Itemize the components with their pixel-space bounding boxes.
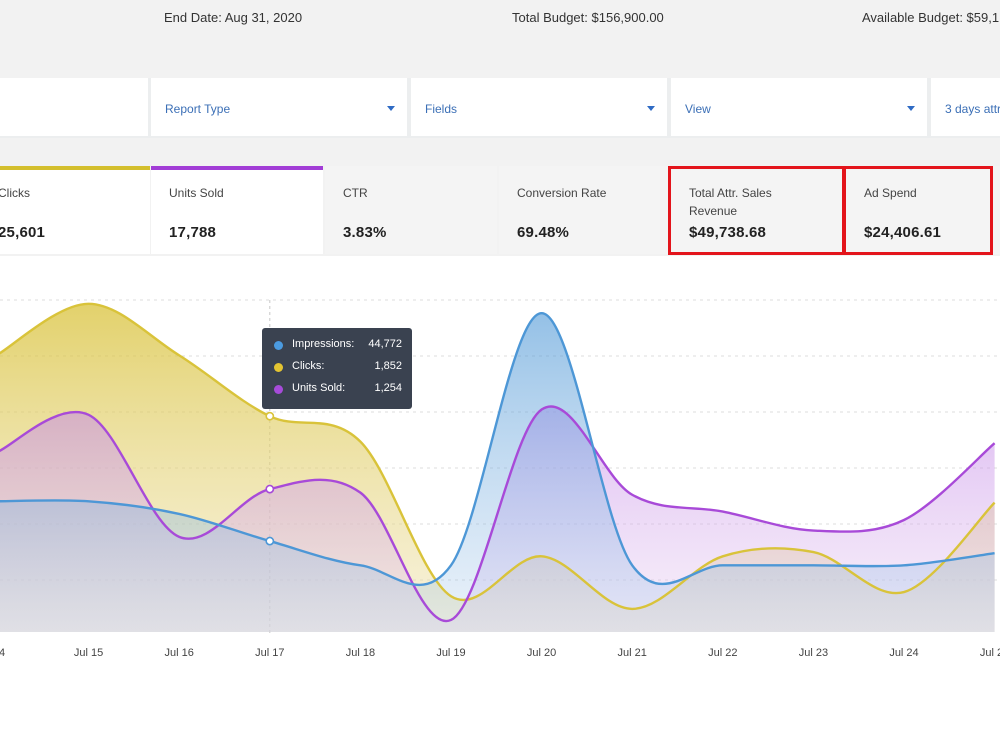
metric-value: 17,788 [169,224,217,241]
chart-svg: 4 Jul 15 Jul 16 Jul 17 Jul 18 Jul 19 Jul 20 Jul… [0,299,1000,659]
metric-label: Total Attr. Sales Revenue [689,186,772,218]
metric-value: 69.48% [517,224,570,241]
fields-dropdown[interactable]: Fields [411,78,667,136]
metric-label: Conversion Rate [517,186,607,200]
units-sold-point-marker [265,484,275,494]
end-date: End Date: Aug 31, 2020 [164,10,303,25]
clicks-accent-bar [0,166,150,170]
tooltip-value: 44,772 [368,338,402,350]
metric-card-ad-spend[interactable]: Ad Spend $24,406.61 [846,166,1000,254]
x-tick-label: Jul 16 [165,647,194,659]
x-tick-label: Jul 20 [527,647,556,659]
tooltip-row-clicks: Clicks: 1,852 [274,358,402,378]
x-tick-label: Jul 25 [980,647,1000,659]
units-sold-dot-icon [274,385,283,394]
view-dropdown[interactable]: View [671,78,927,136]
clicks-point-marker [265,411,275,421]
x-tick-label: Jul 24 [889,647,918,659]
available-budget: Available Budget: $59,1 [862,10,1000,25]
total-budget: Total Budget: $156,900.00 [512,10,664,25]
impressions-point-marker [265,536,275,546]
x-tick-label: Jul 21 [618,647,647,659]
metric-label: CTR [343,186,368,200]
attribution-label: 3 days attr [945,102,1000,116]
x-tick-label: Jul 18 [346,647,375,659]
filter-bar: Report Type Fields View 3 days attr [0,78,1000,138]
metrics-row: Clicks 25,601 Units Sold 17,788 CTR 3.83… [0,166,1000,256]
x-tick-label: Jul 15 [74,647,103,659]
tooltip-value: 1,254 [374,382,402,394]
metric-card-ctr[interactable]: CTR 3.83% [325,166,497,254]
attribution-dropdown[interactable]: 3 days attr [931,78,1000,136]
x-tick-label: Jul 23 [799,647,828,659]
report-type-dropdown[interactable]: Report Type [151,78,407,136]
metric-value: 3.83% [343,224,387,241]
chart-tooltip: Impressions: 44,772 Clicks: 1,852 Units … [262,328,412,409]
units-sold-accent-bar [151,166,323,170]
impressions-dot-icon [274,341,283,350]
chevron-down-icon [907,106,915,111]
metric-label: Clicks [0,186,30,200]
tooltip-value: 1,852 [374,360,402,372]
metric-label: Units Sold [169,186,224,200]
report-type-label: Report Type [165,102,231,116]
tooltip-label: Clicks: [292,360,325,372]
view-label: View [685,102,711,116]
metric-card-units-sold[interactable]: Units Sold 17,788 [151,166,323,254]
metric-card-total-attr-sales-revenue[interactable]: Total Attr. Sales Revenue $49,738.68 [671,166,843,254]
x-tick-label: Jul 22 [708,647,737,659]
metric-card-clicks[interactable]: Clicks 25,601 [0,166,150,254]
tooltip-row-units-sold: Units Sold: 1,254 [274,380,402,400]
metric-value: $24,406.61 [864,224,942,241]
tooltip-row-impressions: Impressions: 44,772 [274,336,402,356]
chevron-down-icon [647,106,655,111]
clicks-dot-icon [274,363,283,372]
metric-value: 25,601 [0,224,46,241]
metric-label: Ad Spend [864,186,917,200]
x-tick-label: 4 [0,647,5,659]
x-tick-label: Jul 19 [436,647,465,659]
metric-value: $49,738.68 [689,224,767,241]
chevron-down-icon [387,106,395,111]
x-tick-label: Jul 17 [255,647,284,659]
tooltip-label: Units Sold: [292,382,346,394]
fields-label: Fields [425,102,458,116]
filter-blank[interactable] [0,78,148,136]
performance-chart[interactable]: 4 Jul 15 Jul 16 Jul 17 Jul 18 Jul 19 Jul 20 Jul… [0,256,1000,750]
budget-info-strip: End Date: Aug 31, 2020 Total Budget: $15… [0,0,1000,76]
metric-card-conversion-rate[interactable]: Conversion Rate 69.48% [499,166,669,254]
tooltip-label: Impressions: [292,338,355,350]
